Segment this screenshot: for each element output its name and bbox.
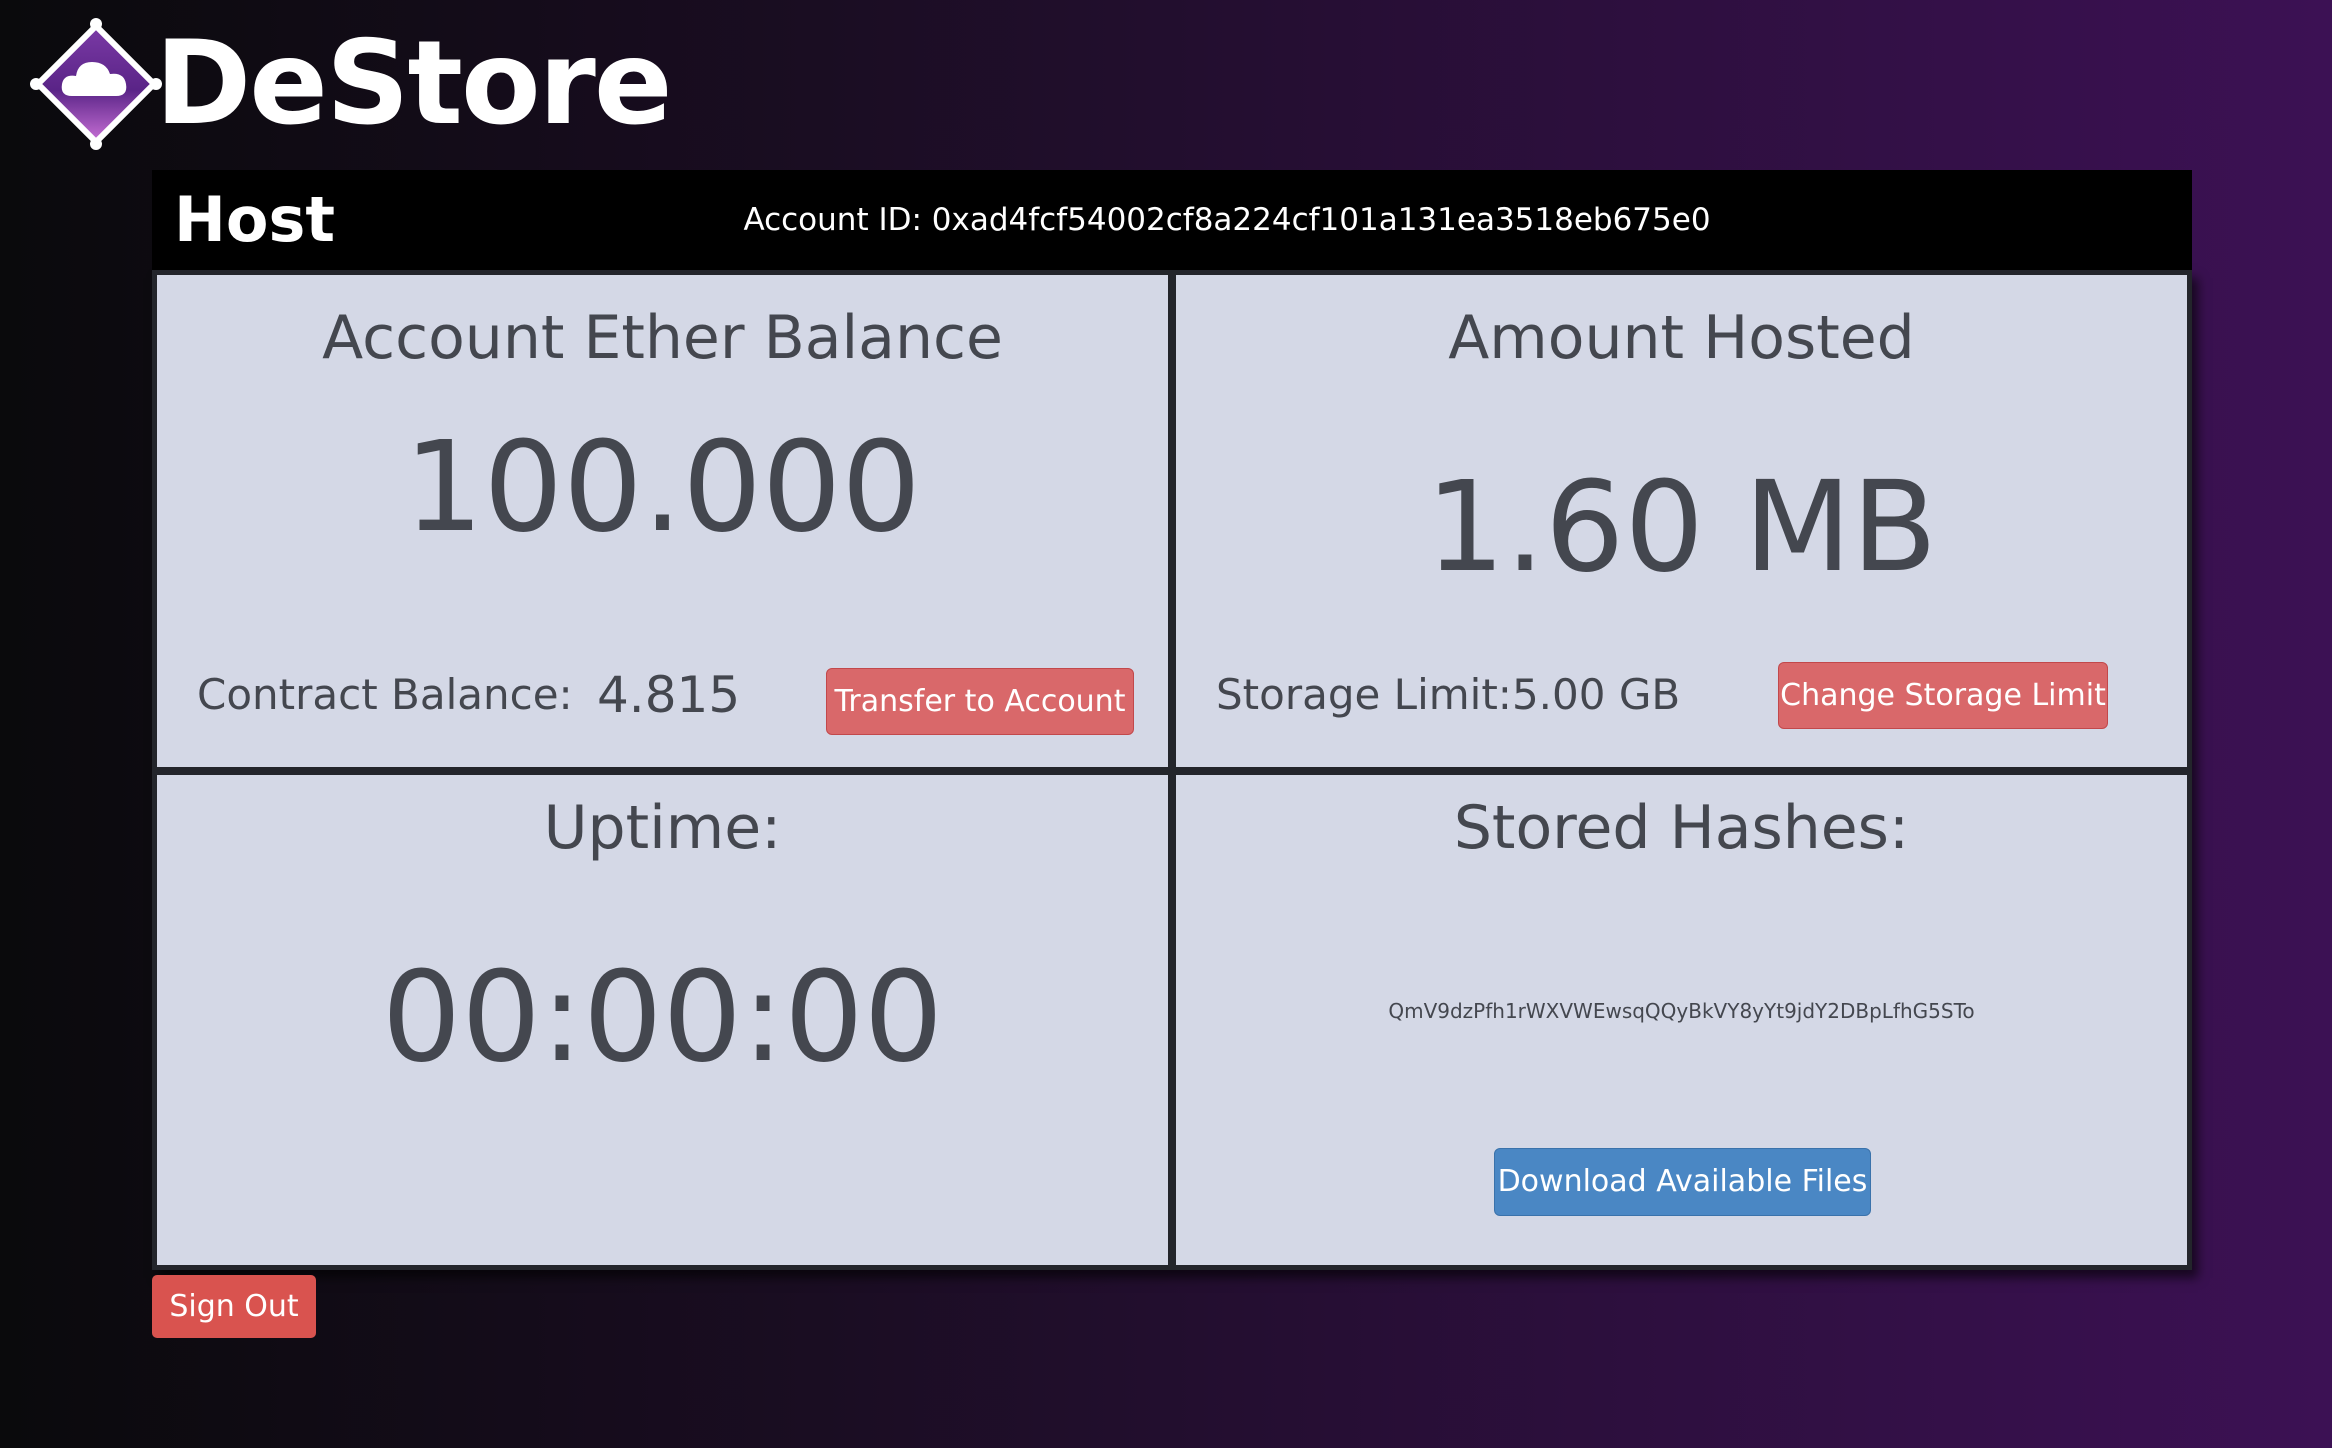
account-id-label: Account ID: [743,202,922,238]
page-header: Host Account ID: 0xad4fcf54002cf8a224cf1… [152,170,2192,270]
dashboard-grid: Account Ether Balance 100.000 Contract B… [152,270,2192,1270]
amount-hosted-value: 1.60 MB [1425,455,1938,600]
panel-title: Account Ether Balance [322,303,1003,373]
ether-balance-panel: Account Ether Balance 100.000 Contract B… [157,275,1168,767]
storage-limit-label: Storage Limit: [1216,670,1512,719]
contract-balance-value: 4.815 [597,666,741,724]
sign-out-button[interactable]: Sign Out [152,1275,316,1338]
panel-title: Stored Hashes: [1453,793,1910,863]
transfer-to-account-button[interactable]: Transfer to Account [826,668,1134,735]
contract-balance-label: Contract Balance: [197,670,573,719]
change-storage-limit-button[interactable]: Change Storage Limit [1778,662,2108,729]
uptime-panel: Uptime: 00:00:00 [157,775,1168,1265]
panel-title: Uptime: [543,793,782,863]
storage-limit: Storage Limit:5.00 GB [1216,670,1680,720]
download-available-files-button[interactable]: Download Available Files [1494,1148,1871,1216]
stored-hash-item: QmV9dzPfh1rWXVWEwsqQQyBkVY8yYt9jdY2DBpLf… [1388,999,1975,1023]
account-id: Account ID: 0xad4fcf54002cf8a224cf101a13… [152,200,2192,240]
ether-balance-value: 100.000 [404,415,921,560]
brand-name: DeStore [155,16,673,151]
destore-logo-icon [30,18,162,150]
stored-hashes-panel: Stored Hashes: QmV9dzPfh1rWXVWEwsqQQyBkV… [1176,775,2187,1265]
storage-limit-value: 5.00 GB [1511,670,1681,719]
amount-hosted-panel: Amount Hosted 1.60 MB Storage Limit:5.00… [1176,275,2187,767]
account-id-value: 0xad4fcf54002cf8a224cf101a131ea3518eb675… [931,202,1711,238]
panel-title: Amount Hosted [1448,303,1915,373]
uptime-value: 00:00:00 [381,945,944,1090]
